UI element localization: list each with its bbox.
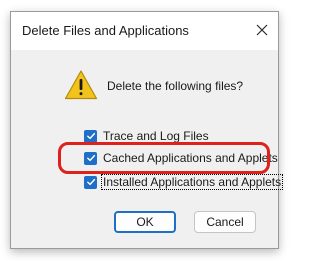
title-bar[interactable]: Delete Files and Applications [11,12,278,50]
delete-files-dialog: Delete Files and Applications Delete the… [10,11,284,249]
check-icon [86,132,95,140]
warning-icon [64,70,98,100]
cancel-button[interactable]: Cancel [194,211,256,233]
option-installed-applications[interactable]: Installed Applications and Applets [84,174,284,190]
checkbox[interactable] [84,175,97,189]
checkbox[interactable] [84,129,97,143]
option-label[interactable]: Cached Applications and Applets [102,151,279,165]
check-icon [86,178,95,186]
close-button[interactable] [248,16,276,44]
window-title: Delete Files and Applications [22,23,189,38]
option-label[interactable]: Trace and Log Files [102,129,210,143]
confirmation-prompt: Delete the following files? [107,79,244,93]
ok-button[interactable]: OK [114,211,176,233]
dialog-body: Delete the following files? Trace and Lo… [11,50,284,248]
close-icon [256,24,268,36]
option-trace-log-files[interactable]: Trace and Log Files [84,128,210,144]
checkbox[interactable] [84,151,97,165]
screenshot-frame: Delete Files and Applications Delete the… [0,0,291,261]
check-icon [86,154,95,162]
option-cached-applications[interactable]: Cached Applications and Applets [84,150,279,166]
option-label[interactable]: Installed Applications and Applets [100,174,284,190]
